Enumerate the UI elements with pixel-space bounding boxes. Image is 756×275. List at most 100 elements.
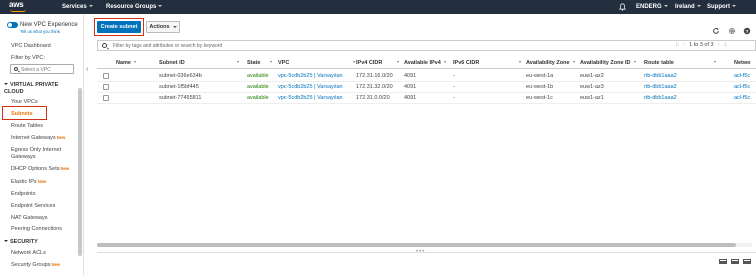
- sort-icon: [133, 61, 136, 63]
- resource-groups-menu[interactable]: Resource Groups: [106, 4, 163, 10]
- sidebar-item-label: Internet Gateways: [11, 135, 56, 141]
- sidebar-item-nat-gateways[interactable]: NAT Gateways: [11, 215, 47, 221]
- cell-network-acl-link[interactable]: acl-f5c: [734, 84, 750, 90]
- panel-layout-bottom-icon[interactable]: [719, 259, 727, 264]
- row-checkbox[interactable]: [103, 84, 109, 90]
- panel-layout-full-icon[interactable]: [743, 259, 751, 264]
- cell-vpc-link[interactable]: vpc-5cdb2b25 | Varsayılan: [278, 73, 343, 79]
- panel-layout-split-icon[interactable]: [731, 259, 739, 264]
- sidebar-item-label: Elastic IPs: [11, 179, 37, 185]
- sidebar-item-label: DHCP Options Sets: [11, 166, 60, 172]
- column-header-vpc[interactable]: VPC: [278, 60, 356, 66]
- section-security-label: SECURITY: [10, 239, 38, 245]
- cell-state: available: [247, 95, 269, 101]
- sort-icon: [236, 61, 239, 63]
- account-menu[interactable]: ENDERG: [636, 4, 668, 10]
- next-page-icon[interactable]: ›: [718, 42, 720, 48]
- column-label: VPC: [278, 60, 290, 66]
- sort-icon: [572, 61, 575, 63]
- sidebar-item-label: NAT Gateways: [11, 215, 48, 221]
- services-menu[interactable]: Services: [62, 4, 93, 10]
- table-row[interactable]: subnet-1f5bf445 available vpc-5cdb2b25 |…: [97, 82, 756, 93]
- prev-page-icon[interactable]: ‹: [683, 42, 685, 48]
- svg-text:?: ?: [746, 29, 749, 35]
- cell-network-acl-link[interactable]: acl-f5c: [734, 73, 750, 79]
- cell-subnet-id: subnet-1f5bf445: [159, 84, 199, 90]
- cell-ipv4-cidr: 172.31.32.0/20: [356, 84, 393, 90]
- row-checkbox[interactable]: [103, 95, 109, 101]
- last-page-icon[interactable]: ›|: [723, 42, 726, 48]
- sidebar-item-network-acls[interactable]: Network ACLs: [11, 250, 46, 256]
- new-vpc-toggle[interactable]: [7, 22, 18, 28]
- column-header-availability-zone[interactable]: Availability Zone: [526, 60, 575, 66]
- support-menu[interactable]: Support: [707, 4, 736, 10]
- cell-ipv6-cidr: -: [453, 73, 455, 79]
- column-header-ipv6-cidr[interactable]: IPv6 CIDR: [453, 60, 522, 66]
- sidebar-item-dhcp-options-sets[interactable]: DHCP Options SetsNew: [11, 166, 69, 172]
- chevron-down-icon: [88, 5, 93, 7]
- bell-icon[interactable]: [619, 3, 626, 11]
- table-header: Name Subnet ID State VPC IPv4 CIDR Avail…: [97, 57, 756, 69]
- feedback-link[interactable]: Tell us what you think: [20, 29, 60, 34]
- search-icon: [102, 43, 107, 48]
- cell-state: available: [247, 73, 269, 79]
- refresh-icon[interactable]: [712, 27, 720, 35]
- collapse-sidebar-icon[interactable]: ‹: [86, 66, 88, 73]
- search-icon: [14, 67, 18, 71]
- sidebar-item-vpc-dashboard[interactable]: VPC Dashboard: [11, 43, 51, 49]
- column-header-subnet-id[interactable]: Subnet ID: [159, 60, 239, 66]
- cell-route-table-link[interactable]: rtb-dbb1aaa2: [644, 84, 677, 90]
- first-page-icon[interactable]: |‹: [676, 42, 679, 48]
- column-header-name[interactable]: Name: [116, 60, 136, 66]
- column-label: IPv4 CIDR: [356, 60, 383, 66]
- settings-icon[interactable]: [728, 27, 736, 35]
- aws-smile-icon: [10, 9, 26, 12]
- scrollbar-thumb[interactable]: [97, 243, 736, 247]
- table-row[interactable]: subnet-77455811 available vpc-5cdb2b25 |…: [97, 93, 756, 104]
- region-menu[interactable]: Ireland: [675, 4, 701, 10]
- cell-vpc-link[interactable]: vpc-5cdb2b25 | Varsayılan: [278, 95, 343, 101]
- sidebar-item-your-vpcs[interactable]: Your VPCs: [11, 99, 38, 105]
- section-security[interactable]: SECURITY: [4, 239, 38, 245]
- column-header-state[interactable]: State: [247, 60, 273, 66]
- sidebar-item-label: Endpoints: [11, 191, 36, 197]
- filter-search-input[interactable]: Filter by tags and attributes or search …: [97, 40, 756, 51]
- section-virtual-private-cloud[interactable]: VIRTUAL PRIVATE CLOUD: [4, 82, 78, 96]
- help-icon[interactable]: ?: [743, 27, 751, 35]
- row-checkbox[interactable]: [103, 73, 109, 79]
- cell-route-table-link[interactable]: rtb-dbb1aaa2: [644, 73, 677, 79]
- select-vpc-input[interactable]: Select a VPC: [10, 64, 74, 74]
- cell-route-table-link[interactable]: rtb-dbb1aaa2: [644, 95, 677, 101]
- horizontal-scrollbar[interactable]: [97, 243, 752, 247]
- sidebar-item-label: Endpoint Services: [11, 203, 56, 209]
- sidebar-item-egress-only-internet-gateways[interactable]: Egress Only Internet Gateways: [11, 147, 77, 161]
- sidebar-item-peering-connections[interactable]: Peering Connections: [11, 226, 62, 232]
- aws-logo[interactable]: aws: [9, 1, 31, 13]
- sidebar-item-endpoints[interactable]: Endpoints: [11, 191, 35, 197]
- pagination: |‹ ‹ 1 to 3 of 3 › ›|: [676, 42, 731, 48]
- sidebar-item-elastic-ips[interactable]: Elastic IPsNew: [11, 179, 46, 185]
- cell-ipv6-cidr: -: [453, 84, 455, 90]
- split-drag-handle-icon[interactable]: •••: [416, 249, 430, 255]
- sidebar-item-route-tables[interactable]: Route Tables: [11, 123, 43, 129]
- column-header-availability-zone-id[interactable]: Availability Zone ID: [580, 60, 636, 66]
- column-header-route-table[interactable]: Route table: [644, 60, 716, 66]
- sidebar-scrollbar[interactable]: [78, 88, 82, 256]
- sidebar-item-endpoint-services[interactable]: Endpoint Services: [11, 203, 55, 209]
- column-header-available-ipv4[interactable]: Available IPv4: [404, 60, 446, 66]
- account-label: ENDERG: [636, 4, 662, 10]
- actions-button[interactable]: Actions: [146, 21, 180, 33]
- column-header-network-acl[interactable]: Netwo: [734, 60, 751, 66]
- chevron-down-icon: [732, 5, 736, 7]
- resource-groups-label: Resource Groups: [106, 4, 157, 10]
- cell-network-acl-link[interactable]: acl-f5c: [734, 95, 750, 101]
- cell-vpc-link[interactable]: vpc-5cdb2b25 | Varsayılan: [278, 84, 343, 90]
- sidebar-item-internet-gateways[interactable]: Internet GatewaysNew: [11, 135, 65, 141]
- sidebar-item-security-groups[interactable]: Security GroupsNew: [11, 262, 60, 268]
- filter-placeholder: Filter by tags and attributes or search …: [113, 43, 223, 49]
- column-label: Available IPv4: [404, 60, 441, 66]
- cell-ipv4-cidr: 172.31.0.0/20: [356, 95, 390, 101]
- column-header-ipv4-cidr[interactable]: IPv4 CIDR: [356, 60, 400, 66]
- chevron-down-icon: [4, 83, 8, 85]
- table-row[interactable]: subnet-036e634b available vpc-5cdb2b25 |…: [97, 71, 756, 82]
